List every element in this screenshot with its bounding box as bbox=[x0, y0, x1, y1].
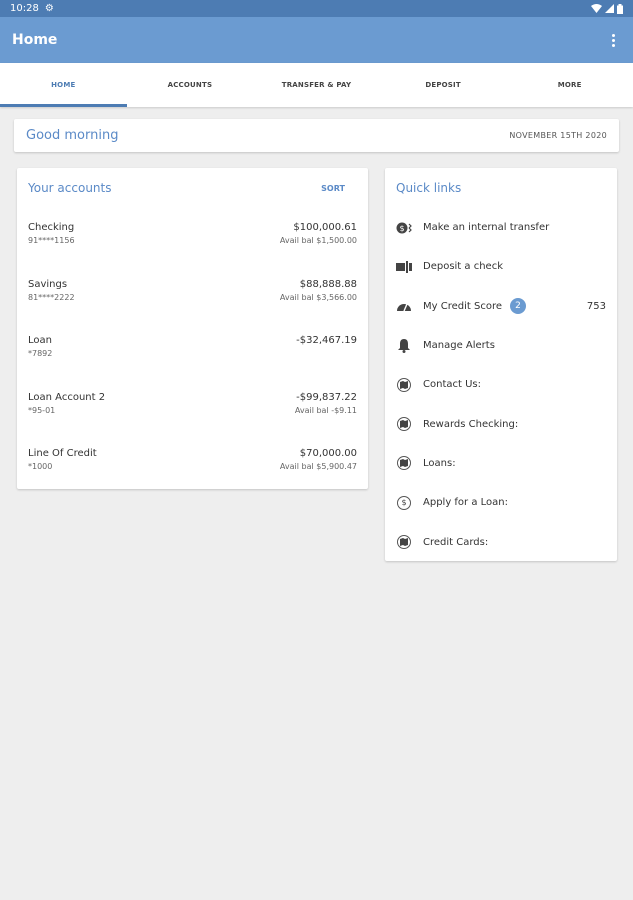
quick-link-credit-score[interactable]: My Credit Score 2 753 bbox=[385, 287, 617, 326]
account-row-loan[interactable]: Loan *7892 -$32,467.19 bbox=[17, 321, 368, 378]
status-bar: 10:28 ⚙ bbox=[0, 0, 633, 17]
quick-link-manage-alerts[interactable]: Manage Alerts bbox=[385, 326, 617, 365]
account-row-line-of-credit[interactable]: Line Of Credit *1000 $70,000.00 Avail bal … bbox=[17, 434, 368, 491]
quick-link-credit-cards[interactable]: Credit Cards: bbox=[385, 522, 617, 561]
account-row-loan-account-2[interactable]: Loan Account 2 *95-01 -$99,837.22 Avail ba… bbox=[17, 378, 368, 435]
account-available-balance: Avail bal -$9.11 bbox=[294, 405, 357, 415]
greeting-date: NOVEMBER 15TH 2020 bbox=[509, 131, 607, 140]
settings-gear-icon: ⚙ bbox=[44, 3, 54, 14]
account-name: Line Of Credit bbox=[28, 448, 97, 459]
sort-button[interactable]: SORT bbox=[321, 184, 345, 193]
account-name: Savings bbox=[28, 278, 68, 290]
tab-deposit[interactable]: DEPOSIT bbox=[380, 63, 507, 107]
tab-transfer-pay[interactable]: TRANSFER & PAY bbox=[253, 63, 380, 107]
quick-link-label: Contact Us: bbox=[423, 379, 481, 391]
dollar-glyph: $ bbox=[397, 495, 411, 510]
signal-icon bbox=[605, 4, 614, 13]
bell-icon bbox=[396, 338, 412, 354]
transfer-icon: $ bbox=[396, 220, 412, 236]
quick-link-label: Apply for a Loan: bbox=[423, 497, 508, 509]
map-icon bbox=[396, 416, 412, 432]
quick-link-rewards-checking[interactable]: Rewards Checking: bbox=[385, 404, 617, 443]
map-icon bbox=[396, 534, 412, 550]
accounts-title: Your accounts bbox=[28, 181, 112, 195]
gauge-icon bbox=[396, 298, 412, 314]
quick-link-label: Rewards Checking: bbox=[423, 418, 519, 430]
account-available-balance: Avail bal $3,566.00 bbox=[279, 292, 357, 302]
account-number: 91****1156 bbox=[28, 236, 75, 245]
quick-link-deposit-check[interactable]: Deposit a check bbox=[385, 247, 617, 286]
quick-links-header: Quick links bbox=[385, 168, 617, 208]
quick-link-label: Loans: bbox=[423, 457, 456, 469]
quick-link-internal-transfer[interactable]: $ Make an internal transfer bbox=[385, 208, 617, 247]
quick-link-contact-us[interactable]: Contact Us: bbox=[385, 365, 617, 404]
greeting-card: Good morning NOVEMBER 15TH 2020 bbox=[14, 119, 619, 152]
dollar-icon: $ bbox=[396, 495, 412, 511]
quick-link-loans[interactable]: Loans: bbox=[385, 444, 617, 483]
account-name: Loan Account 2 bbox=[28, 391, 106, 403]
account-available-balance: Avail bal $5,900.47 bbox=[279, 462, 357, 471]
tab-more[interactable]: MORE bbox=[506, 63, 633, 107]
overflow-menu-icon[interactable] bbox=[605, 28, 621, 52]
credit-score-value: 753 bbox=[586, 300, 606, 312]
account-number: *7892 bbox=[28, 349, 53, 358]
account-balance: $70,000.00 bbox=[299, 448, 357, 459]
quick-links-title: Quick links bbox=[396, 181, 462, 195]
map-icon bbox=[396, 455, 412, 471]
status-time: 10:28 bbox=[10, 3, 39, 14]
account-balance: $100,000.61 bbox=[293, 222, 357, 233]
tab-home[interactable]: HOME bbox=[0, 63, 127, 107]
account-name: Checking bbox=[28, 222, 75, 233]
app-bar: Home bbox=[0, 17, 633, 63]
page-title: Home bbox=[12, 32, 58, 48]
check-deposit-icon bbox=[396, 259, 412, 275]
account-row-checking[interactable]: Checking 91****1156 $100,000.61 Avail bal … bbox=[17, 208, 368, 265]
quick-link-label: Credit Cards: bbox=[423, 536, 489, 548]
account-number: 81****2222 bbox=[28, 292, 75, 302]
quick-link-label: My Credit Score bbox=[423, 300, 502, 312]
tab-bar: HOME ACCOUNTS TRANSFER & PAY DEPOSIT MOR… bbox=[0, 63, 633, 107]
account-balance: -$99,837.22 bbox=[296, 391, 357, 403]
tab-accounts[interactable]: ACCOUNTS bbox=[127, 63, 254, 107]
account-row-savings[interactable]: Savings 81****2222 $88,888.88 Avail bal $3… bbox=[17, 265, 368, 322]
greeting-text: Good morning bbox=[26, 128, 119, 143]
account-balance: $88,888.88 bbox=[299, 278, 357, 290]
svg-text:$: $ bbox=[399, 224, 404, 233]
map-icon bbox=[396, 377, 412, 393]
quick-links-card: Quick links $ Make an internal transfer … bbox=[385, 168, 617, 561]
quick-link-label: Manage Alerts bbox=[423, 340, 495, 352]
battery-icon bbox=[617, 3, 623, 14]
accounts-header: Your accounts SORT bbox=[17, 168, 368, 208]
account-name: Loan bbox=[28, 335, 52, 346]
account-balance: -$32,467.19 bbox=[296, 335, 357, 346]
credit-score-badge: 2 bbox=[509, 298, 526, 315]
quick-link-label: Make an internal transfer bbox=[423, 222, 550, 234]
quick-link-label: Deposit a check bbox=[423, 261, 503, 273]
account-number: *1000 bbox=[28, 462, 53, 471]
accounts-card: Your accounts SORT Checking 91****1156 $1… bbox=[17, 168, 368, 489]
wifi-icon bbox=[591, 4, 602, 13]
quick-link-apply-loan[interactable]: $ Apply for a Loan: bbox=[385, 483, 617, 522]
account-number: *95-01 bbox=[28, 405, 56, 415]
account-available-balance: Avail bal $1,500.00 bbox=[279, 236, 357, 245]
